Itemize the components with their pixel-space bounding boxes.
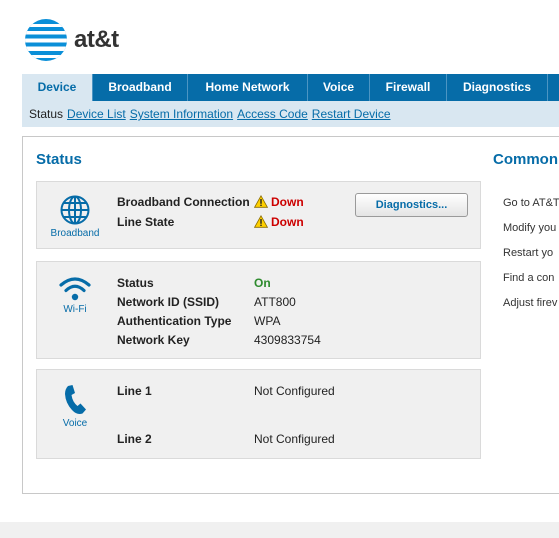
tab-voice[interactable]: Voice (308, 74, 370, 101)
subnav-access-code[interactable]: Access Code (237, 107, 308, 121)
wifi-status-label: Status (117, 276, 154, 290)
voice-line2-value: Not Configured (254, 432, 335, 446)
common-item-find[interactable]: Find a con (503, 272, 559, 297)
line-state-text: Down (271, 215, 304, 229)
wifi-key-label: Network Key (117, 333, 190, 347)
wifi-status-value: On (254, 276, 271, 290)
common-item-modify[interactable]: Modify you (503, 222, 559, 247)
wifi-icon-group: Wi-Fi (49, 276, 101, 315)
warning-icon (254, 215, 268, 228)
globe-icon (60, 195, 90, 225)
status-title: Status (36, 151, 82, 168)
subnav-restart-device[interactable]: Restart Device (312, 107, 391, 121)
common-item-restart[interactable]: Restart yo (503, 247, 559, 272)
page: at&t Device Broadband Home Network Voice… (0, 0, 559, 522)
broadband-caption: Broadband (50, 228, 100, 239)
voice-line1-label: Line 1 (117, 384, 152, 398)
sub-nav: Status Device List System Information Ac… (22, 101, 559, 127)
line-state-value: Down (254, 215, 304, 229)
wifi-ssid-value: ATT800 (254, 295, 296, 309)
tab-firewall[interactable]: Firewall (370, 74, 447, 101)
phone-icon (65, 385, 86, 415)
wifi-ssid-label: Network ID (SSID) (117, 295, 220, 309)
broadband-connection-label: Broadband Connection (117, 195, 250, 209)
common-item-att[interactable]: Go to AT&T (503, 197, 559, 222)
wifi-caption: Wi-Fi (63, 304, 87, 315)
diagnostics-button[interactable]: Diagnostics... (355, 193, 468, 217)
brand-name: at&t (74, 26, 119, 53)
subnav-current: Status (29, 107, 64, 121)
tab-diagnostics[interactable]: Diagnostics (447, 74, 548, 101)
line-state-label: Line State (117, 215, 175, 229)
broadband-connection-value: Down (254, 195, 304, 209)
broadband-panel: Broadband Broadband Connection Down Line… (36, 181, 481, 249)
voice-panel: Voice Line 1 Not Configured Line 2 Not C… (36, 369, 481, 459)
broadband-icon-group: Broadband (49, 194, 101, 239)
broadband-connection-text: Down (271, 195, 304, 209)
wifi-auth-value: WPA (254, 314, 281, 328)
wifi-panel: Wi-Fi Status On Network ID (SSID) ATT800… (36, 261, 481, 359)
content-area: Status Common Broadband Broadband Connec… (22, 136, 559, 494)
tab-home-network[interactable]: Home Network (188, 74, 308, 101)
wifi-key-value: 4309833754 (254, 333, 321, 347)
subnav-device-list[interactable]: Device List (67, 107, 126, 121)
wifi-icon (59, 277, 91, 301)
tab-broadband[interactable]: Broadband (93, 74, 188, 101)
att-globe-icon (25, 19, 67, 61)
subnav-system-information[interactable]: System Information (130, 107, 233, 121)
common-tasks-list: Go to AT&T Modify you Restart yo Find a … (503, 197, 559, 322)
att-logo[interactable]: at&t (24, 18, 119, 62)
voice-icon-group: Voice (49, 384, 101, 429)
voice-line1-value: Not Configured (254, 384, 335, 398)
common-title: Common (493, 151, 558, 168)
warning-icon (254, 195, 268, 208)
tab-device[interactable]: Device (22, 74, 93, 101)
wifi-auth-label: Authentication Type (117, 314, 232, 328)
common-item-firewall[interactable]: Adjust firev (503, 297, 559, 322)
voice-caption: Voice (62, 418, 88, 429)
voice-line2-label: Line 2 (117, 432, 152, 446)
main-nav: Device Broadband Home Network Voice Fire… (22, 74, 559, 101)
